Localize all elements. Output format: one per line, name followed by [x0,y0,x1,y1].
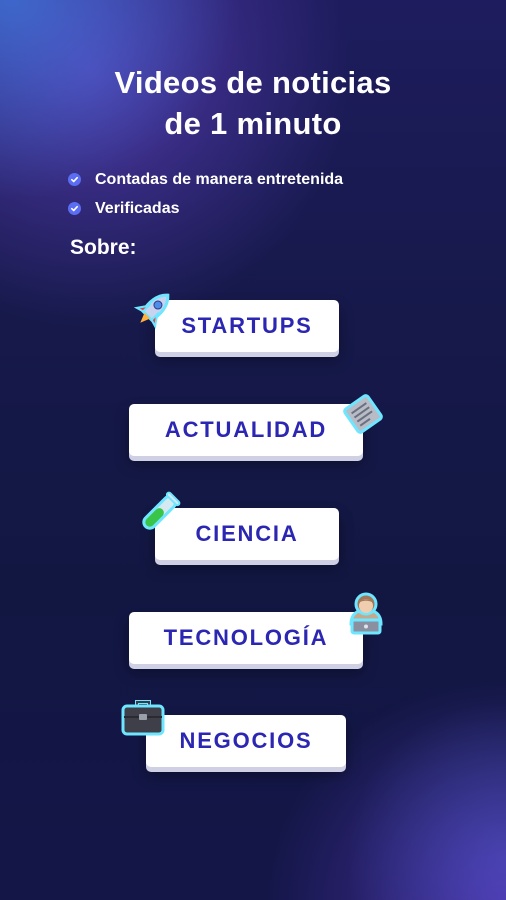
check-circle-icon [68,173,81,186]
feature-item: Contadas de manera entretenida [68,165,343,194]
person-laptop-icon [341,588,391,643]
topic-actualidad-button[interactable]: ACTUALIDAD [129,404,363,456]
topic-label: ACTUALIDAD [164,417,328,442]
topic-label: CIENCIA [195,521,299,546]
feature-item: Verificadas [68,194,343,223]
topic-label: NEGOCIOS [179,728,313,753]
title-line-1: Videos de noticias [114,65,392,100]
topics-label: Sobre: [70,236,137,259]
feature-text: Verificadas [95,199,180,217]
rocket-icon [128,286,178,337]
briefcase-icon [118,697,168,744]
check-circle-icon [68,202,81,215]
topic-label: STARTUPS [181,313,313,338]
topic-tecnologia-button[interactable]: TECNOLOGÍA [129,612,363,664]
page-title: Videos de noticias de 1 minuto [0,62,506,144]
topic-startups-button[interactable]: STARTUPS [155,300,339,352]
feature-list: Contadas de manera entretenida Verificad… [68,165,343,223]
feature-text: Contadas de manera entretenida [95,170,344,188]
newspaper-icon [338,390,388,443]
test-tube-icon [134,488,184,543]
topic-label: TECNOLOGÍA [163,625,329,650]
title-line-2: de 1 minuto [164,106,342,141]
topic-negocios-button[interactable]: NEGOCIOS [146,715,346,767]
